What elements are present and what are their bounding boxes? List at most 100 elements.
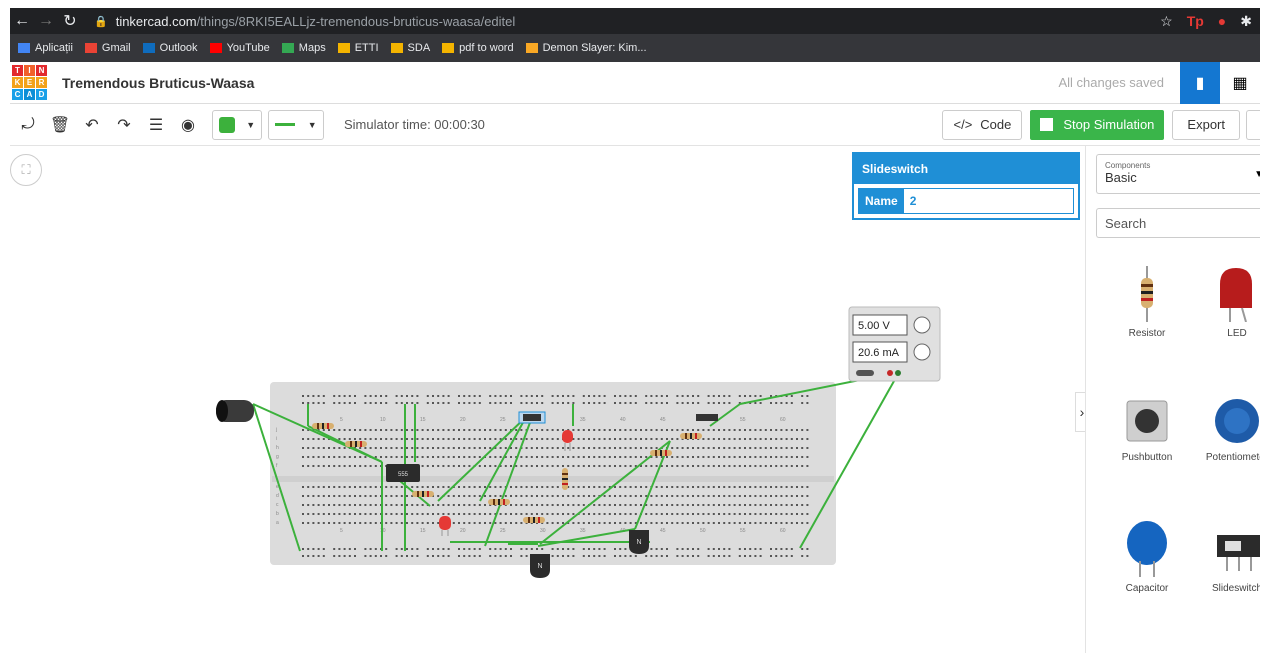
bookmark-star-icon[interactable]: ☆ <box>1160 13 1173 30</box>
tinkercad-logo[interactable]: TIN KER CAD <box>12 64 47 101</box>
bookmark-item[interactable]: YouTube <box>209 42 270 54</box>
components-dropdown[interactable]: Components Basic ▼ <box>1096 154 1260 194</box>
component-label: LED <box>1227 328 1247 339</box>
capacitor-icon <box>1127 521 1167 577</box>
code-button[interactable]: </> Code <box>942 109 1023 140</box>
current-knob[interactable] <box>913 343 931 361</box>
stop-label: Stop Simulation <box>1063 117 1155 132</box>
wire-style-icon <box>275 123 296 126</box>
npn-transistor[interactable]: N <box>530 554 550 578</box>
schematic-view-icon[interactable]: ▦ <box>1220 62 1260 104</box>
resistor[interactable] <box>650 450 672 456</box>
stop-simulation-button[interactable]: Stop Simulation <box>1030 109 1165 140</box>
column-number: 55 <box>740 528 746 534</box>
column-number: 55 <box>740 417 746 423</box>
breadboard[interactable] <box>270 382 836 565</box>
bookmark-item[interactable]: pdf to word <box>442 42 514 54</box>
column-number: 20 <box>460 417 466 423</box>
component-label: Pushbutton <box>1121 452 1173 463</box>
current-readout: 20.6 mA <box>858 347 900 359</box>
bookmark-label: ETTI <box>354 42 379 54</box>
pushbutton-icon <box>1126 400 1168 442</box>
share-button[interactable] <box>1246 109 1260 140</box>
logo-letter: R <box>36 76 47 88</box>
extension-badge-icon[interactable]: ● <box>1218 13 1226 30</box>
bookmark-item[interactable]: ETTI <box>337 42 379 54</box>
logo-letter: C <box>12 88 23 100</box>
bookmark-item[interactable]: Outlook <box>142 42 198 54</box>
component-resistor[interactable]: Resistor <box>1102 266 1192 339</box>
extensions-puzzle-icon[interactable]: ✱ <box>1240 13 1252 30</box>
export-button[interactable]: Export <box>1172 109 1240 140</box>
row-letter: g <box>276 454 279 460</box>
column-number: 20 <box>460 528 466 534</box>
slideswitch[interactable] <box>696 414 718 421</box>
component-label: Resistor <box>1128 328 1166 339</box>
resistor[interactable] <box>312 423 334 429</box>
power-supply[interactable]: 5.00 V 20.6 mA <box>848 306 941 382</box>
electrolytic-capacitor[interactable] <box>216 400 254 422</box>
bookmark-label: Aplicații <box>35 42 73 54</box>
resistor[interactable] <box>412 491 434 497</box>
rotate-icon[interactable]: ⤾ <box>14 116 42 134</box>
column-number: 25 <box>500 417 506 423</box>
slideswitch-selected[interactable] <box>518 411 546 424</box>
column-number: 60 <box>780 528 786 534</box>
circuit-canvas[interactable]: ⛶ 5 10 15 20 25 30 35 40 45 50 55 60 5 1… <box>10 146 1085 653</box>
delete-icon[interactable]: 🗑 <box>46 115 74 135</box>
visibility-icon[interactable]: ◉ <box>174 115 202 135</box>
resistor[interactable] <box>523 517 545 523</box>
resistor[interactable] <box>488 499 510 505</box>
column-number: 30 <box>540 528 546 534</box>
resistor[interactable] <box>562 468 568 490</box>
column-number: 15 <box>420 417 426 423</box>
bookmark-item[interactable]: Demon Slayer: Kim... <box>525 42 647 54</box>
column-number: 45 <box>660 417 666 423</box>
name-value[interactable]: 2 <box>904 189 917 213</box>
notes-icon[interactable]: ☰ <box>142 115 170 135</box>
bookmark-item[interactable]: Maps <box>281 42 326 54</box>
component-potentiometer[interactable]: Potentiometer <box>1192 396 1260 463</box>
redo-icon[interactable]: ↷ <box>110 115 138 135</box>
bookmark-item[interactable]: Gmail <box>84 42 131 54</box>
wire-type-picker[interactable]: ▼ <box>268 109 324 140</box>
resistor[interactable] <box>680 433 702 439</box>
undo-icon[interactable]: ↶ <box>78 115 106 135</box>
forward-icon[interactable]: → <box>34 12 58 30</box>
circuit-drawing[interactable]: 5 10 15 20 25 30 35 40 45 50 55 60 5 10 … <box>10 146 1085 653</box>
row-letter: d <box>276 493 279 499</box>
extension-tp-icon[interactable]: Tp <box>1187 13 1204 30</box>
address-bar[interactable]: 🔒 tinkercad.com /things/8RKI5EALLjz-trem… <box>94 14 515 29</box>
row-letter: h <box>276 445 279 451</box>
bookmark-icon <box>209 43 222 53</box>
row-letter: i <box>276 436 277 442</box>
component-led[interactable]: LED <box>1192 266 1260 339</box>
component-label: Slideswitch <box>1211 583 1260 594</box>
column-number: 25 <box>500 528 506 534</box>
inspector-panel: Slideswitch Name 2 <box>852 152 1080 220</box>
component-capacitor[interactable]: Capacitor <box>1102 521 1192 594</box>
bookmark-icon <box>84 43 97 53</box>
resistor[interactable] <box>345 441 367 447</box>
bookmark-item[interactable]: SDA <box>390 42 430 54</box>
transistor-label: N <box>636 539 641 546</box>
ic-555-chip[interactable]: 555 <box>386 464 420 482</box>
potentiometer-icon <box>1215 399 1259 443</box>
voltage-knob[interactable] <box>913 316 931 334</box>
chevron-down-icon: ▼ <box>1254 169 1260 180</box>
name-field[interactable]: Name 2 <box>858 188 1074 214</box>
wire-color-picker[interactable]: ▼ <box>212 109 262 140</box>
chevron-down-icon: ▼ <box>307 119 317 130</box>
circuit-view-icon[interactable]: ▮ <box>1180 61 1220 104</box>
search-input[interactable]: Search <box>1096 208 1260 238</box>
chevron-right-icon: › <box>1079 404 1085 420</box>
component-pushbutton[interactable]: Pushbutton <box>1102 396 1192 463</box>
bookmark-icon <box>442 43 455 53</box>
npn-transistor[interactable]: N <box>629 530 649 554</box>
project-title[interactable]: Tremendous Bruticus-Waasa <box>62 75 254 91</box>
back-icon[interactable]: ← <box>10 12 34 30</box>
bookmark-label: Gmail <box>101 42 131 54</box>
bookmark-item[interactable]: Aplicații <box>18 42 73 54</box>
component-slideswitch[interactable]: Slideswitch <box>1192 521 1260 594</box>
reload-icon[interactable]: ↻ <box>58 11 82 31</box>
